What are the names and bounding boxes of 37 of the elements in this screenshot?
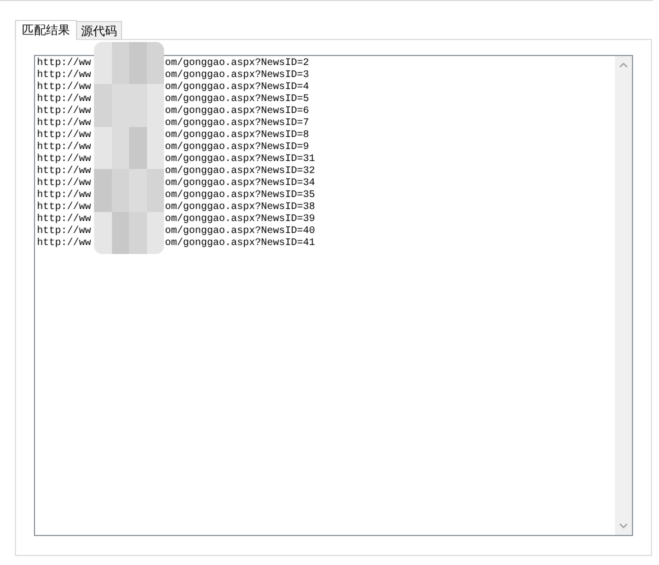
url-start-text: http://ww — [37, 130, 92, 142]
url-end-text: om/gonggao.aspx?NewsID=38 — [165, 202, 316, 214]
url-start-text: http://ww — [37, 190, 92, 202]
url-end-text: om/gonggao.aspx?NewsID=9 — [165, 142, 310, 154]
tab[interactable]: 匹配结果 — [15, 20, 77, 40]
url-end-text: om/gonggao.aspx?NewsID=8 — [165, 130, 310, 142]
url-end-text: om/gonggao.aspx?NewsID=41 — [165, 238, 316, 250]
url-end-text: om/gonggao.aspx?NewsID=34 — [165, 178, 316, 190]
url-end-text: om/gonggao.aspx?NewsID=7 — [165, 118, 310, 130]
url-start-text: http://ww — [37, 166, 92, 178]
url-end-text: om/gonggao.aspx?NewsID=39 — [165, 214, 316, 226]
url-end-text: om/gonggao.aspx?NewsID=5 — [165, 94, 310, 106]
url-start-text: http://ww — [37, 106, 92, 118]
url-start-text: http://ww — [37, 154, 92, 166]
url-start-text: http://ww — [37, 214, 92, 226]
url-end-text: om/gonggao.aspx?NewsID=35 — [165, 190, 316, 202]
url-end-text: om/gonggao.aspx?NewsID=3 — [165, 70, 310, 82]
scrollbar[interactable] — [615, 56, 632, 535]
url-end-text: om/gonggao.aspx?NewsID=6 — [165, 106, 310, 118]
tab[interactable]: 源代码 — [76, 21, 122, 39]
url-start-text: http://ww — [37, 58, 92, 70]
url-start-text: http://ww — [37, 142, 92, 154]
scroll-down-icon[interactable] — [619, 523, 628, 529]
url-end-text: om/gonggao.aspx?NewsID=4 — [165, 82, 310, 94]
scroll-up-icon[interactable] — [619, 62, 628, 68]
url-end-text: om/gonggao.aspx?NewsID=40 — [165, 226, 316, 238]
url-end-text: om/gonggao.aspx?NewsID=31 — [165, 154, 316, 166]
url-start-text: http://ww — [37, 82, 92, 94]
url-end-text: om/gonggao.aspx?NewsID=2 — [165, 58, 310, 70]
url-start-text: http://ww — [37, 226, 92, 238]
url-start-text: http://ww — [37, 238, 92, 250]
url-start-text: http://ww — [37, 178, 92, 190]
url-end-text: om/gonggao.aspx?NewsID=32 — [165, 166, 316, 178]
url-start-text: http://ww — [37, 70, 92, 82]
url-start-text: http://ww — [37, 118, 92, 130]
url-start-text: http://ww — [37, 202, 92, 214]
url-start-text: http://ww — [37, 94, 92, 106]
